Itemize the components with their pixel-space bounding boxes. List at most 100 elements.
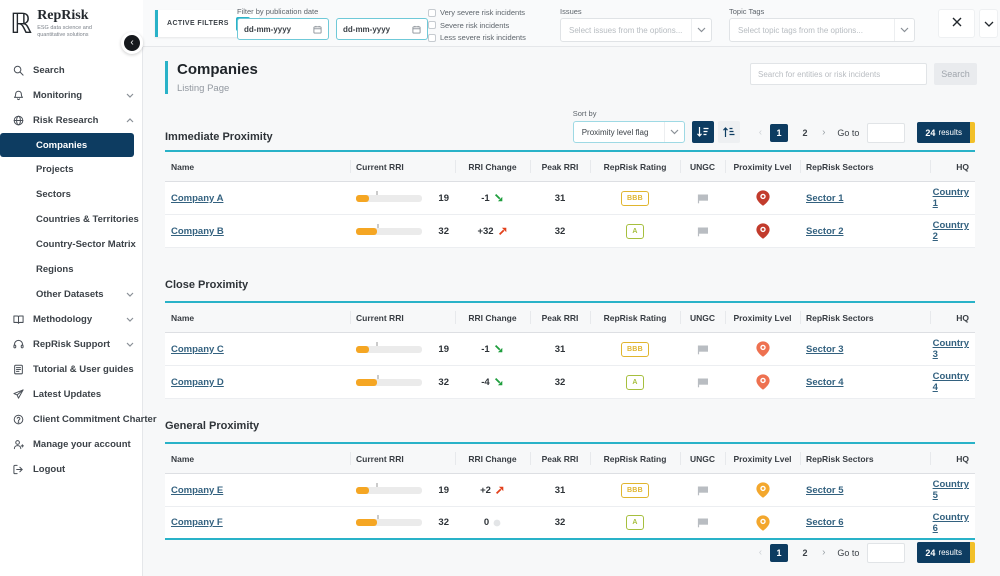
name-cell: Company A — [165, 193, 350, 204]
sector-link[interactable]: Sector 2 — [806, 226, 844, 237]
hq-country-link[interactable]: Country 1 — [933, 187, 969, 209]
sidebar-item-label: Tutorial & User guides — [33, 364, 134, 375]
headset-icon — [13, 339, 25, 350]
checkbox-icon[interactable] — [428, 21, 436, 29]
sector-link[interactable]: Sector 6 — [806, 517, 844, 528]
table-row: Company F 32 0 32ASector 6Country 6 — [165, 507, 975, 540]
page-header: Companies Listing Page — [165, 61, 258, 94]
main-content: Companies Listing Page Search Sort by Pr… — [144, 47, 1000, 576]
sidebar-item-countries-territories[interactable]: Countries & Territories — [0, 207, 142, 232]
pagination-page-2[interactable]: 2 — [796, 544, 814, 562]
peak-rri-value: 32 — [555, 226, 566, 237]
date-from-input[interactable]: dd-mm-yyyy — [237, 18, 329, 40]
entity-search-input[interactable] — [750, 63, 927, 85]
sidebar-item-tutorial-user-guides[interactable]: Tutorial & User guides — [0, 357, 142, 382]
name-cell: Company B — [165, 226, 350, 237]
sidebar-item-search[interactable]: Search — [0, 58, 142, 83]
sidebar-item-manage-your-account[interactable]: Manage your account — [0, 432, 142, 457]
sidebar-item-reprisk-support[interactable]: RepRisk Support — [0, 332, 142, 357]
ungc-cell — [680, 193, 725, 204]
collapse-filters-button[interactable] — [979, 9, 998, 38]
checkbox-icon[interactable] — [428, 9, 436, 17]
checkbox-icon[interactable] — [428, 34, 436, 42]
chevron-down-icon — [984, 15, 994, 33]
company-link[interactable]: Company D — [171, 377, 224, 388]
results-count-badge: 24results — [917, 122, 975, 143]
sort-ascending-button[interactable] — [718, 121, 740, 143]
pagination-prev-button[interactable]: ‹ — [759, 547, 762, 558]
sidebar-item-label: Monitoring — [33, 90, 82, 101]
brand-text: RepRisk ESG data science andquantitative… — [37, 8, 92, 39]
sector-link[interactable]: Sector 3 — [806, 344, 844, 355]
rri-bar — [356, 379, 422, 386]
peak-rri-cell: 32 — [530, 377, 590, 388]
hq-country-link[interactable]: Country 5 — [933, 479, 969, 501]
sector-cell: Sector 5 — [800, 485, 930, 496]
company-link[interactable]: Company F — [171, 517, 223, 528]
pagination-next-button[interactable]: › — [822, 127, 825, 138]
sidebar-item-monitoring[interactable]: Monitoring — [0, 83, 142, 108]
hq-country-link[interactable]: Country 2 — [933, 220, 969, 242]
sidebar-item-methodology[interactable]: Methodology — [0, 307, 142, 332]
pagination-page-1[interactable]: 1 — [770, 124, 788, 142]
hq-country-link[interactable]: Country 6 — [933, 512, 969, 534]
sector-link[interactable]: Sector 4 — [806, 377, 844, 388]
sector-link[interactable]: Sector 5 — [806, 485, 844, 496]
table-header-row: NameCurrent RRIRRI ChangePeak RRIRepRisk… — [165, 444, 975, 474]
sidebar-item-projects[interactable]: Projects — [0, 157, 142, 182]
sidebar-collapse-button[interactable]: ‹ — [121, 32, 143, 54]
sidebar-item-other-datasets[interactable]: Other Datasets — [0, 282, 142, 307]
issues-select[interactable]: Select issues from the options... — [560, 18, 712, 42]
sidebar-item-label: Logout — [33, 464, 65, 475]
sidebar-item-label: Client Commitment Charter — [33, 414, 157, 425]
clear-filters-button[interactable] — [938, 9, 975, 38]
table-row: Company A 19 -1 31BBBSector 1Country 1 — [165, 182, 975, 215]
goto-page-input[interactable] — [867, 543, 905, 563]
column-header-name: Name — [165, 303, 350, 332]
date-to-input[interactable]: dd-mm-yyyy — [336, 18, 428, 40]
column-header-rri-change: RRI Change — [455, 303, 530, 332]
severity-option-severe-risk-incidents[interactable]: Severe risk incidents — [428, 21, 526, 30]
sidebar-item-latest-updates[interactable]: Latest Updates — [0, 382, 142, 407]
topic-tags-select[interactable]: Select topic tags from the options... — [729, 18, 915, 42]
pagination-next-button[interactable]: › — [822, 547, 825, 558]
sidebar-item-logout[interactable]: Logout — [0, 457, 142, 482]
sort-descending-button[interactable] — [692, 121, 714, 143]
sidebar-item-companies[interactable]: Companies — [0, 133, 134, 157]
rri-change-cell: -1 — [455, 193, 530, 204]
column-header-proximity-lvel: Proximity Lvel — [725, 152, 800, 181]
sidebar-item-country-sector-matrix[interactable]: Country-Sector Matrix — [0, 232, 142, 257]
sidebar-item-regions[interactable]: Regions — [0, 257, 142, 282]
pagination-top: ‹ 12 › Go to 24results — [759, 122, 975, 143]
pagination-page-1[interactable]: 1 — [770, 544, 788, 562]
issues-placeholder: Select issues from the options... — [569, 26, 682, 35]
sort-select[interactable]: Proximity level flag — [573, 121, 685, 143]
sidebar-item-risk-research[interactable]: Risk Research — [0, 108, 142, 133]
severity-option-very-severe-risk-incidents[interactable]: Very severe risk incidents — [428, 8, 526, 17]
sector-link[interactable]: Sector 1 — [806, 193, 844, 204]
peak-rri-marker — [376, 342, 378, 346]
peak-rri-cell: 31 — [530, 193, 590, 204]
severity-option-less-severe-risk-incidents[interactable]: Less severe risk incidents — [428, 33, 526, 42]
topic-tags-placeholder: Select topic tags from the options... — [738, 26, 863, 35]
search-button[interactable]: Search — [934, 63, 977, 85]
company-link[interactable]: Company B — [171, 226, 224, 237]
hq-country-link[interactable]: Country 3 — [933, 338, 969, 360]
pagination-page-2[interactable]: 2 — [796, 124, 814, 142]
company-link[interactable]: Company A — [171, 193, 223, 204]
sidebar-item-label: Search — [33, 65, 65, 76]
results-label: results — [938, 548, 962, 557]
pagination-prev-button[interactable]: ‹ — [759, 127, 762, 138]
goto-page-input[interactable] — [867, 123, 905, 143]
company-link[interactable]: Company C — [171, 344, 224, 355]
name-cell: Company E — [165, 485, 350, 496]
publication-date-label: Filter by publication date — [237, 7, 318, 16]
sidebar-item-sectors[interactable]: Sectors — [0, 182, 142, 207]
hq-country-link[interactable]: Country 4 — [933, 371, 969, 393]
reprisk-logo-icon: ℝ — [10, 10, 32, 38]
goto-label: Go to — [837, 128, 859, 138]
results-count: 24 — [925, 128, 935, 138]
sidebar-item-label: Manage your account — [33, 439, 131, 450]
sidebar-item-client-commitment-charter[interactable]: Client Commitment Charter — [0, 407, 142, 432]
company-link[interactable]: Company E — [171, 485, 223, 496]
